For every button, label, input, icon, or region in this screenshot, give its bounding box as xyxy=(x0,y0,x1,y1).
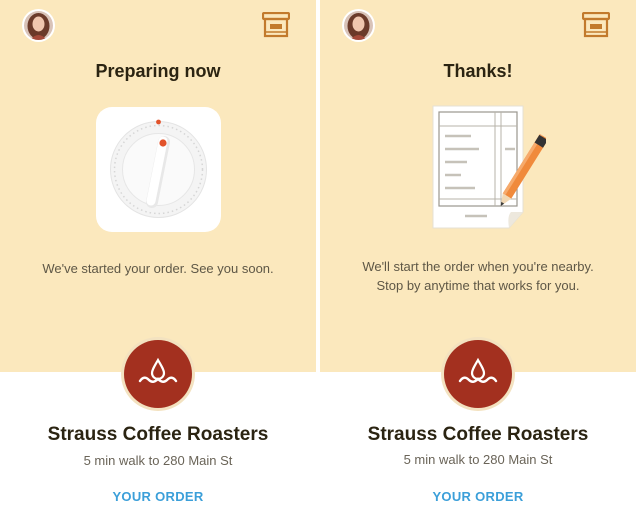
shop-distance: 5 min walk to 280 Main St xyxy=(83,453,233,468)
timer-dial-icon xyxy=(95,106,222,233)
drop-wave-logo-icon xyxy=(124,340,192,408)
status-title: Preparing now xyxy=(95,61,221,81)
status-message: We'll start the order when you're nearby… xyxy=(330,257,626,295)
app-comparison: Preparing now We've started your order. … xyxy=(0,0,636,527)
store-icon[interactable] xyxy=(261,11,291,38)
drop-wave-logo-icon xyxy=(444,340,512,408)
status-message-line: Stop by anytime that works for you. xyxy=(376,278,580,293)
preparing-screen: Preparing now We've started your order. … xyxy=(0,0,316,527)
your-order-link[interactable]: YOUR ORDER xyxy=(0,489,316,504)
shop-distance: 5 min walk to 280 Main St xyxy=(403,452,553,467)
status-title: Thanks! xyxy=(443,61,513,81)
status-message: We've started your order. See you soon. xyxy=(10,259,306,278)
status-message-line: We'll start the order when you're nearby… xyxy=(362,259,594,274)
user-avatar-icon[interactable] xyxy=(344,11,373,40)
status-message-line: We've started your order. See you soon. xyxy=(42,261,274,276)
shop-name: Strauss Coffee Roasters xyxy=(47,424,269,445)
user-avatar-icon[interactable] xyxy=(24,11,53,40)
store-icon[interactable] xyxy=(581,11,611,38)
status-header: Preparing now We've started your order. … xyxy=(0,0,316,372)
your-order-link[interactable]: YOUR ORDER xyxy=(320,489,636,504)
receipt-pencil-icon xyxy=(431,104,549,232)
status-header: Thanks! We'll start the order when you'r… xyxy=(320,0,636,372)
thanks-screen: Thanks! We'll start the order when you'r… xyxy=(320,0,636,527)
shop-name: Strauss Coffee Roasters xyxy=(367,424,589,445)
